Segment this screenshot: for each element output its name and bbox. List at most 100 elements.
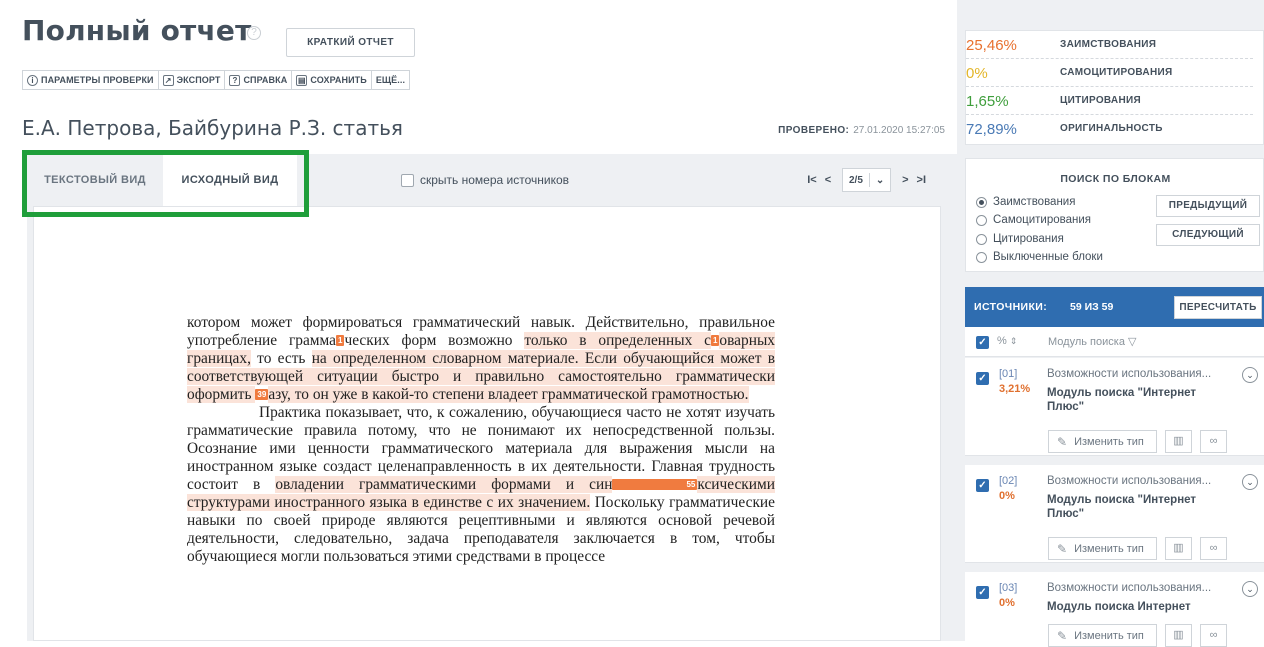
hide-sources-label: скрыть номера источников	[420, 173, 570, 187]
radio-icon	[976, 251, 987, 263]
source-item[interactable]: ✓ [01] 3,21% Возможности использования..…	[965, 358, 1264, 456]
export-label: ЭКСПОРТ	[176, 75, 221, 85]
radio-disabled-blocks[interactable]: Выключенные блоки	[976, 251, 1103, 263]
radio-borrowings[interactable]: Заимствования	[976, 196, 1075, 208]
source-module: Модуль поиска Интернет	[1047, 601, 1191, 613]
first-page-icon[interactable]: I<	[804, 174, 820, 186]
change-type-label: Изменить тип	[1074, 542, 1144, 555]
radio-citations[interactable]: Цитирования	[976, 233, 1064, 245]
source-item[interactable]: ✓ [03] 0% Возможности использования... ⌄…	[965, 572, 1264, 647]
next-page-icon[interactable]: >	[897, 174, 913, 186]
source-module: Модуль поиска "Интернет Плюс"	[1047, 387, 1197, 413]
block-search-card: ПОИСК ПО БЛОКАМ Заимствования Самоцитиро…	[965, 158, 1264, 272]
source-title[interactable]: Возможности использования...	[1047, 475, 1223, 487]
link-icon[interactable]: ∞	[1200, 537, 1227, 560]
select-all-checkbox[interactable]: ✓	[976, 336, 989, 349]
document-paragraph: котором может формироваться грамматическ…	[187, 314, 775, 404]
view-tabs-highlight	[22, 150, 309, 217]
radio-icon	[976, 214, 987, 226]
percent-sort-header[interactable]: % ⇕	[997, 335, 1017, 347]
radio-self-citations[interactable]: Самоцитирования	[976, 214, 1091, 226]
save-icon: ▤	[296, 74, 308, 86]
checked-date: ПРОВЕРЕНО: 27.01.2020 15:27:05	[778, 125, 945, 136]
stat-borrowings: 25,46% ЗАИМСТВОВАНИЯ	[966, 31, 1264, 59]
source-number: [03]	[999, 582, 1018, 594]
chevron-down-icon[interactable]: ⌄	[1242, 367, 1258, 383]
filter-icon: ▽	[1128, 336, 1137, 348]
book-icon[interactable]: ▥	[1165, 430, 1192, 453]
stats-card: 25,46% ЗАИМСТВОВАНИЯ 0% САМОЦИТИРОВАНИЯ …	[965, 30, 1264, 145]
stat-label: ЗАИМСТВОВАНИЯ	[1060, 39, 1157, 50]
source-checkbox[interactable]: ✓	[976, 479, 989, 492]
stat-citations: 1,65% ЦИТИРОВАНИЯ	[966, 87, 1264, 115]
pencil-icon: ✎	[1057, 628, 1068, 643]
page-select[interactable]: 2/5 ⌄	[842, 168, 892, 192]
next-block-button[interactable]: СЛЕДУЮЩИЙ	[1156, 224, 1260, 246]
link-icon[interactable]: ∞	[1200, 624, 1227, 647]
more-button[interactable]: ЕЩЁ...	[372, 71, 409, 89]
help-button[interactable]: ? СПРАВКА	[225, 71, 293, 89]
source-marker[interactable]: 39	[255, 389, 269, 400]
short-report-button[interactable]: КРАТКИЙ ОТЧЕТ	[286, 28, 415, 57]
stat-label: САМОЦИТИРОВАНИЯ	[1060, 67, 1173, 78]
radio-label: Выключенные блоки	[993, 251, 1103, 263]
highlighted-text: азу, то он уже в какой-то степени владее…	[268, 386, 749, 403]
radio-label: Самоцитирования	[993, 214, 1092, 226]
chevron-down-icon[interactable]: ⌄	[1242, 474, 1258, 490]
page-navigator: I< < 2/5 ⌄ > >I	[804, 168, 929, 192]
change-type-label: Изменить тип	[1074, 435, 1144, 448]
book-icon[interactable]: ▥	[1165, 624, 1192, 647]
source-percent: 0%	[999, 597, 1015, 609]
hide-source-numbers-toggle[interactable]: скрыть номера источников	[401, 173, 569, 187]
previous-block-button[interactable]: ПРЕДЫДУЩИЙ	[1156, 195, 1260, 217]
module-label: Модуль поиска	[1048, 336, 1125, 348]
source-checkbox[interactable]: ✓	[976, 372, 989, 385]
save-button[interactable]: ▤ СОХРАНИТЬ	[292, 71, 372, 89]
book-icon[interactable]: ▥	[1165, 537, 1192, 560]
radio-selected-icon	[976, 196, 987, 208]
stat-value: 25,46%	[966, 37, 1017, 54]
report-main: Полный отчет ? КРАТКИЙ ОТЧЕТ i ПАРАМЕТРЫ…	[0, 0, 957, 641]
source-title[interactable]: Возможности использования...	[1047, 368, 1223, 380]
change-type-button[interactable]: ✎ Изменить тип	[1048, 624, 1157, 647]
report-sidebar: 25,46% ЗАИМСТВОВАНИЯ 0% САМОЦИТИРОВАНИЯ …	[957, 0, 1264, 647]
stat-originality: 72,89% ОРИГИНАЛЬНОСТЬ	[966, 115, 1264, 143]
module-filter-header[interactable]: Модуль поиска ▽	[1048, 335, 1136, 348]
checked-label: ПРОВЕРЕНО:	[778, 125, 850, 136]
sources-count: 59 ИЗ 59	[1070, 301, 1114, 313]
radio-label: Заимствования	[993, 196, 1076, 208]
source-checkbox[interactable]: ✓	[976, 586, 989, 599]
prev-page-icon[interactable]: <	[820, 174, 836, 186]
save-label: СОХРАНИТЬ	[310, 75, 367, 85]
document-name: Е.А. Петрова, Байбурина Р.З. статья	[22, 116, 403, 140]
help-label: СПРАВКА	[243, 75, 288, 85]
pencil-icon: ✎	[1057, 434, 1068, 449]
chevron-down-icon[interactable]: ⌄	[1242, 581, 1258, 597]
document-paragraph: Практика показывает, что, к сожалению, о…	[187, 404, 775, 566]
hide-sources-checkbox[interactable]	[401, 173, 414, 187]
change-type-button[interactable]: ✎ Изменить тип	[1048, 430, 1157, 453]
source-item[interactable]: ✓ [02] 0% Возможности использования... ⌄…	[965, 465, 1264, 563]
last-page-icon[interactable]: >I	[913, 174, 929, 186]
info-icon: i	[27, 74, 38, 86]
document-page: котором может формироваться грамматическ…	[33, 206, 941, 641]
recount-button[interactable]: ПЕРЕСЧИТАТЬ	[1174, 296, 1262, 319]
help-icon[interactable]: ?	[247, 26, 261, 40]
change-type-button[interactable]: ✎ Изменить тип	[1048, 537, 1157, 560]
source-marker[interactable]: 55	[612, 479, 698, 490]
stat-self-citations: 0% САМОЦИТИРОВАНИЯ	[966, 59, 1264, 87]
chevron-down-icon: ⌄	[875, 174, 885, 186]
more-label: ЕЩЁ...	[375, 75, 406, 85]
check-params-button[interactable]: i ПАРАМЕТРЫ ПРОВЕРКИ	[23, 71, 159, 89]
help-book-icon: ?	[229, 74, 241, 86]
stat-value: 1,65%	[966, 93, 1009, 110]
source-percent: 3,21%	[999, 383, 1031, 395]
plain-text: то есть	[250, 350, 312, 367]
source-number: [02]	[999, 475, 1018, 487]
source-module: Модуль поиска "Интернет Плюс"	[1047, 494, 1197, 520]
stat-label: ЦИТИРОВАНИЯ	[1060, 95, 1141, 106]
highlighted-text: на определенном словарном материале. Есл…	[311, 350, 624, 367]
source-title[interactable]: Возможности использования...	[1047, 582, 1223, 594]
link-icon[interactable]: ∞	[1200, 430, 1227, 453]
export-button[interactable]: ↗ ЭКСПОРТ	[159, 71, 226, 89]
